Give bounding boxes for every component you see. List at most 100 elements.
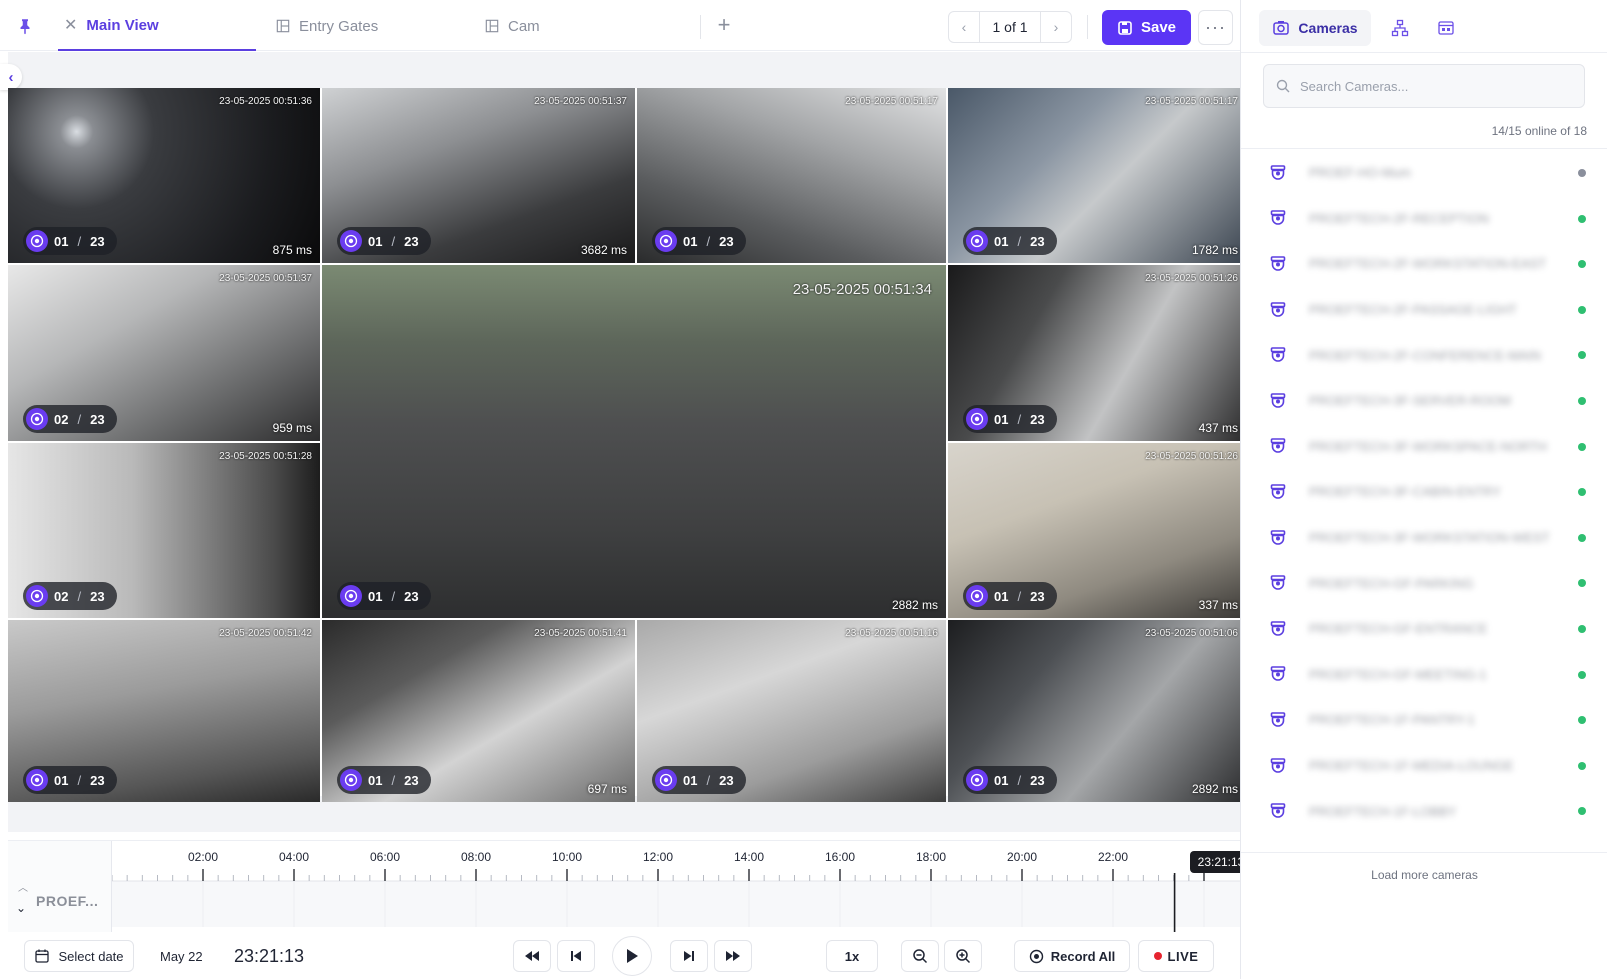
stream-number: 02 [54, 411, 69, 427]
pin-icon[interactable] [16, 17, 34, 35]
tab-main-view[interactable]: ✕ Main View [58, 1, 256, 51]
stream-badge[interactable]: 01 / 23 [337, 582, 431, 610]
camera-list-item[interactable]: PROEFTECH-1F-PANTRY-1 [1241, 697, 1607, 743]
next-page-button[interactable]: › [1041, 12, 1071, 42]
fast-rewind-button[interactable] [513, 940, 551, 972]
fast-forward-button[interactable] [714, 940, 752, 972]
chevron-down-icon[interactable]: ⌄ [16, 901, 26, 915]
tab-cam[interactable]: Cam [485, 1, 540, 51]
stream-icon [340, 230, 362, 252]
stream-total: 23 [1030, 233, 1045, 249]
tab-label: Entry Gates [299, 17, 379, 35]
status-dot [1578, 579, 1586, 588]
select-date-button[interactable]: Select date [24, 940, 134, 972]
playback-controls: Select date May 22 23:21:13 1x Record Al… [8, 932, 1240, 979]
camera-list-item[interactable]: PROEFTECH-2F-WORKSTATION-EAST [1241, 241, 1607, 287]
camera-list-item[interactable]: PROEFTECH-GF-PARKING [1241, 560, 1607, 606]
stream-badge[interactable]: 02 / 23 [23, 405, 117, 433]
hierarchy-icon[interactable] [1391, 19, 1409, 37]
stream-icon [966, 769, 988, 791]
feed-timestamp: 23-05-2025 00:51:17 [1145, 96, 1238, 107]
stream-badge[interactable]: 01 / 23 [337, 227, 431, 255]
play-button[interactable] [612, 936, 652, 976]
camera-list-item[interactable]: PROEFTECH-2F-PASSAGE-LIGHT [1241, 287, 1607, 333]
stream-badge[interactable]: 01 / 23 [963, 227, 1057, 255]
stream-badge[interactable]: 01 / 23 [963, 766, 1057, 794]
zoom-in-button[interactable] [944, 940, 982, 972]
previous-page-button[interactable]: ‹ [949, 12, 979, 42]
stream-badge[interactable]: 01 / 23 [652, 766, 746, 794]
status-dot [1578, 761, 1586, 770]
stream-icon [966, 230, 988, 252]
timeline-track[interactable] [112, 881, 1240, 927]
save-button[interactable]: Save [1102, 10, 1191, 45]
add-tab-button[interactable]: + [713, 14, 735, 36]
camera-tile[interactable]: 23-05-2025 00:51:37 3682 ms 01 / 23 [322, 88, 635, 263]
camera-tile[interactable]: 23-05-2025 00:51:16 01 / 23 [637, 620, 946, 802]
stream-badge[interactable]: 01 / 23 [337, 766, 431, 794]
tab-cameras[interactable]: Cameras [1259, 10, 1371, 46]
camera-tile[interactable]: 23-05-2025 00:51:36 875 ms 01 / 23 [8, 88, 320, 263]
stream-badge[interactable]: 01 / 23 [963, 582, 1057, 610]
camera-tile[interactable]: 23-05-2025 00:51:34 2882 ms 01 / 23 [322, 265, 946, 618]
camera-tile[interactable]: 23-05-2025 00:51:42 01 / 23 [8, 620, 320, 802]
load-more-cameras-button[interactable]: Load more cameras [1241, 860, 1607, 890]
playback-speed-button[interactable]: 1x [826, 940, 878, 972]
camera-list-item[interactable]: PROEFTECH-1F-LOBBY [1241, 788, 1607, 834]
playback-timeline[interactable]: ︿ ⌄ PROEF... 02:00 04:00 06:00 08:00 10:00 12… [8, 840, 1252, 933]
layout-icon [276, 19, 290, 33]
camera-tile[interactable]: 23-05-2025 00:51:26 437 ms 01 / 23 [948, 265, 1246, 441]
stream-badge[interactable]: 02 / 23 [23, 582, 117, 610]
stream-badge[interactable]: 01 / 23 [23, 766, 117, 794]
feed-timestamp: 23-05-2025 00:51:28 [219, 451, 312, 462]
camera-tile[interactable]: 23-05-2025 00:51:17 1782 ms 01 / 23 [948, 88, 1246, 263]
chevron-up-icon[interactable]: ︿ [18, 879, 28, 894]
camera-tile[interactable]: 23-05-2025 00:51:41 697 ms 01 / 23 [322, 620, 635, 802]
camera-list-item[interactable]: PROEFTECH-2F-CONFERENCE-MAIN [1241, 332, 1607, 378]
record-all-button[interactable]: Record All [1014, 940, 1130, 972]
tab-entry-gates[interactable]: Entry Gates [276, 1, 378, 51]
timeline-ruler[interactable]: 02:00 04:00 06:00 08:00 10:00 12:00 14:00 16:00… [112, 841, 1240, 933]
stream-separator: / [1017, 588, 1022, 604]
camera-list-item[interactable]: PROEFTECH-3F-WORKSPACE-NORTH [1241, 424, 1607, 470]
live-button[interactable]: LIVE [1138, 940, 1214, 972]
divider [1241, 148, 1607, 149]
camera-list-item[interactable]: PROEFTECH-GF-ENTRANCE [1241, 606, 1607, 652]
camera-tile[interactable]: 23-05-2025 00:51:17 01 / 23 [637, 88, 946, 263]
status-dot [1578, 351, 1586, 360]
zoom-out-button[interactable] [901, 940, 939, 972]
camera-list-item[interactable]: PROEFTECH-3F-CABIN-ENTRY [1241, 469, 1607, 515]
layout-icon [485, 19, 499, 33]
stream-badge[interactable]: 01 / 23 [963, 405, 1057, 433]
camera-tile[interactable]: 23-05-2025 00:51:06 2892 ms 01 / 23 [948, 620, 1246, 802]
camera-list-item[interactable]: PROEFTECH-3F-SERVER-ROOM [1241, 378, 1607, 424]
skip-previous-button[interactable] [557, 940, 595, 972]
camera-list-item[interactable]: PROEFTECH-3F-WORKSTATION-WEST [1241, 515, 1607, 561]
camera-name: PROEFTECH-2F-PASSAGE-LIGHT [1309, 302, 1517, 318]
stream-separator: / [391, 588, 396, 604]
close-tab-icon[interactable]: ✕ [64, 15, 77, 35]
camera-list-item[interactable]: PROEFTECH-1F-MEDIA-LOUNGE [1241, 743, 1607, 789]
video-wall-icon[interactable] [1437, 19, 1455, 37]
camera-list-item[interactable]: PROEF-HO-Mum [1241, 150, 1607, 196]
feed-timestamp: 23-05-2025 00:51:41 [534, 628, 627, 639]
camera-icon [1270, 392, 1286, 408]
stream-number: 01 [368, 233, 383, 249]
camera-tile[interactable]: 23-05-2025 00:51:26 337 ms 01 / 23 [948, 443, 1246, 618]
camera-list-item[interactable]: PROEFTECH-2F-RECEPTION [1241, 196, 1607, 242]
camera-icon [1270, 484, 1286, 499]
stream-badge[interactable]: 01 / 23 [23, 227, 117, 255]
camera-list: PROEF-HO-Mum PROEFTECH-2F-RECEPTION PROEFT… [1241, 150, 1607, 834]
feed-timestamp: 23-05-2025 00:51:16 [845, 628, 938, 639]
skip-next-button[interactable] [670, 940, 708, 972]
zoom-out-icon [913, 949, 928, 964]
stream-total: 23 [90, 588, 105, 604]
camera-name: PROEFTECH-3F-CABIN-ENTRY [1309, 484, 1501, 500]
stream-badge[interactable]: 01 / 23 [652, 227, 746, 255]
divider [1087, 15, 1088, 39]
camera-tile[interactable]: 23-05-2025 00:51:28 02 / 23 [8, 443, 320, 618]
search-cameras-input[interactable] [1300, 78, 1570, 94]
more-options-button[interactable]: ··· [1198, 10, 1233, 45]
camera-tile[interactable]: 23-05-2025 00:51:37 959 ms 02 / 23 [8, 265, 320, 441]
camera-list-item[interactable]: PROEFTECH-GF-MEETING-1 [1241, 652, 1607, 698]
